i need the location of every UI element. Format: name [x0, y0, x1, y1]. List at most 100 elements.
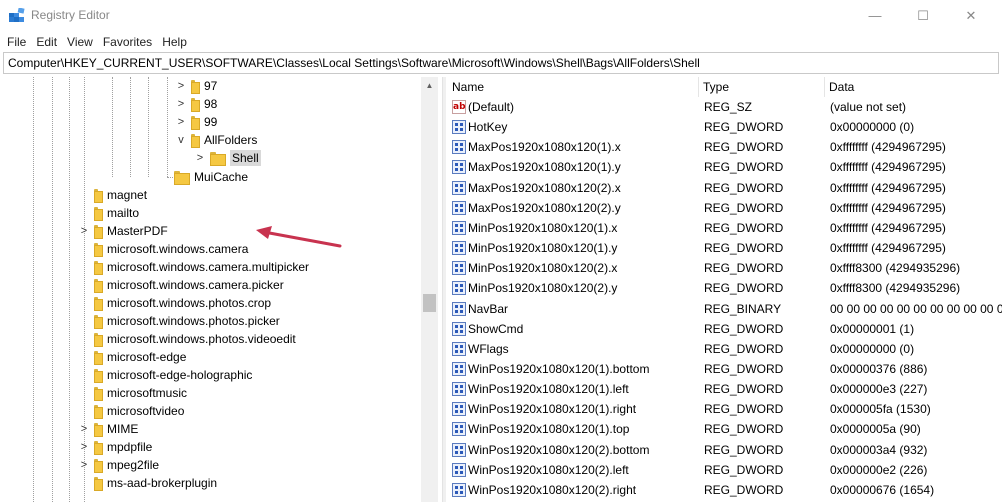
- expand-icon[interactable]: >: [78, 222, 90, 240]
- binary-value-icon: [452, 341, 466, 356]
- value-row[interactable]: NavBar REG_BINARY 00 00 00 00 00 00 00 00 …: [448, 299, 1002, 319]
- tree-item[interactable]: microsoft.windows.camera.picker: [78, 276, 284, 294]
- menu-favorites[interactable]: Favorites: [98, 35, 157, 49]
- value-data: 0x00000000 (0): [830, 341, 915, 356]
- tree-guide-line: [148, 77, 149, 177]
- value-row[interactable]: MaxPos1920x1080x120(2).x REG_DWORD 0xfffff…: [448, 178, 1002, 198]
- expand-icon[interactable]: [78, 294, 90, 312]
- binary-value-icon: [452, 422, 466, 437]
- tree-item[interactable]: > mpeg2file: [78, 456, 159, 474]
- binary-value-icon: [452, 482, 466, 497]
- value-row[interactable]: WinPos1920x1080x120(1).left REG_DWORD 0x00…: [448, 379, 1002, 399]
- expand-icon[interactable]: >: [78, 438, 90, 456]
- expand-icon[interactable]: [78, 276, 90, 294]
- minimize-button[interactable]: —: [852, 0, 898, 31]
- binary-value-icon: [452, 301, 466, 316]
- value-row[interactable]: WinPos1920x1080x120(1).bottom REG_DWORD 0x…: [448, 359, 1002, 379]
- value-data: 0xffffffff (4294967295): [830, 220, 946, 235]
- menu-help[interactable]: Help: [157, 35, 192, 49]
- column-header-type[interactable]: Type: [699, 77, 825, 97]
- tree-item[interactable]: > mpdpfile: [78, 438, 152, 456]
- tree-item[interactable]: microsoft.windows.camera: [78, 240, 248, 258]
- pane-splitter[interactable]: [442, 77, 446, 502]
- value-row[interactable]: WinPos1920x1080x120(2).right REG_DWORD 0x0…: [448, 480, 1002, 500]
- tree-item[interactable]: microsoftmusic: [78, 384, 187, 402]
- expand-icon[interactable]: [78, 384, 90, 402]
- menu-file[interactable]: File: [0, 35, 31, 49]
- tree-item[interactable]: microsoft.windows.photos.crop: [78, 294, 271, 312]
- tree-guide-line: [69, 77, 70, 502]
- value-row[interactable]: WFlags REG_DWORD 0x00000000 (0): [448, 339, 1002, 359]
- expand-icon[interactable]: [78, 366, 90, 384]
- tree-item-muicache[interactable]: MuiCache: [174, 168, 248, 186]
- value-row[interactable]: MaxPos1920x1080x120(2).y REG_DWORD 0xfffff…: [448, 198, 1002, 218]
- value-row[interactable]: MinPos1920x1080x120(2).x REG_DWORD 0xffff8…: [448, 258, 1002, 278]
- menu-edit[interactable]: Edit: [31, 35, 62, 49]
- value-row[interactable]: WinPos1920x1080x120(2).bottom REG_DWORD 0x…: [448, 440, 1002, 460]
- tree-item[interactable]: microsoft.windows.photos.videoedit: [78, 330, 296, 348]
- scroll-up-icon[interactable]: ▲: [421, 77, 438, 94]
- column-header-data[interactable]: Data: [825, 77, 1002, 97]
- value-row[interactable]: MinPos1920x1080x120(1).y REG_DWORD 0xfffff…: [448, 238, 1002, 258]
- tree-item[interactable]: microsoft-edge-holographic: [78, 366, 252, 384]
- maximize-button[interactable]: ☐: [900, 0, 946, 31]
- scroll-thumb[interactable]: [423, 294, 436, 312]
- expand-icon[interactable]: >: [78, 420, 90, 438]
- expand-icon[interactable]: [78, 186, 90, 204]
- value-row[interactable]: ab (Default) REG_SZ (value not set): [448, 97, 1002, 117]
- tree-item-label: mailto: [107, 206, 140, 220]
- tree-item-label: microsoft.windows.photos.picker: [107, 314, 280, 328]
- address-bar[interactable]: Computer\HKEY_CURRENT_USER\SOFTWARE\Clas…: [3, 52, 999, 74]
- tree-item[interactable]: > MasterPDF: [78, 222, 168, 240]
- key-tree[interactable]: > 97 > 98 > 99 v AllFolders > Shell MuiC…: [0, 77, 440, 502]
- tree-item[interactable]: microsoft-edge: [78, 348, 186, 366]
- value-row[interactable]: WinPos1920x1080x120(1).top REG_DWORD 0x000…: [448, 419, 1002, 439]
- tree-item[interactable]: magnet: [78, 186, 147, 204]
- expand-icon[interactable]: [78, 348, 90, 366]
- value-row[interactable]: MinPos1920x1080x120(2).y REG_DWORD 0xffff8…: [448, 278, 1002, 298]
- expand-icon[interactable]: [78, 474, 90, 492]
- expand-icon[interactable]: [78, 330, 90, 348]
- values-list[interactable]: Name Type Data ab (Default) REG_SZ (value n…: [448, 77, 1002, 502]
- tree-item[interactable]: microsoft.windows.photos.picker: [78, 312, 280, 330]
- expand-icon[interactable]: >: [175, 77, 187, 95]
- tree-item-allfolders[interactable]: v AllFolders: [175, 131, 257, 149]
- menu-view[interactable]: View: [62, 35, 98, 49]
- tree-item[interactable]: ms-aad-brokerplugin: [78, 474, 217, 492]
- tree-item[interactable]: microsoft.windows.camera.multipicker: [78, 258, 309, 276]
- column-header-name[interactable]: Name: [448, 77, 699, 97]
- expand-icon[interactable]: [78, 258, 90, 276]
- value-type: REG_DWORD: [704, 462, 784, 477]
- tree-item-97[interactable]: > 97: [175, 77, 217, 95]
- tree-item-shell-selected[interactable]: > Shell: [194, 149, 261, 167]
- expand-icon[interactable]: [78, 204, 90, 222]
- expand-icon[interactable]: [78, 312, 90, 330]
- value-row[interactable]: MinPos1920x1080x120(1).x REG_DWORD 0xfffff…: [448, 218, 1002, 238]
- tree-item-99[interactable]: > 99: [175, 113, 217, 131]
- tree-item-label: microsoft.windows.camera.picker: [107, 278, 284, 292]
- value-row[interactable]: MaxPos1920x1080x120(1).x REG_DWORD 0xfffff…: [448, 137, 1002, 157]
- value-row[interactable]: WinPos1920x1080x120(1).right REG_DWORD 0x0…: [448, 399, 1002, 419]
- folder-icon: [94, 225, 103, 239]
- close-button[interactable]: ✕: [948, 0, 994, 31]
- expand-icon[interactable]: >: [78, 456, 90, 474]
- expand-icon[interactable]: [78, 402, 90, 420]
- folder-icon: [191, 80, 200, 94]
- tree-item[interactable]: microsoftvideo: [78, 402, 184, 420]
- tree-item[interactable]: mailto: [78, 204, 139, 222]
- tree-item[interactable]: > MIME: [78, 420, 138, 438]
- expand-icon[interactable]: >: [175, 95, 187, 113]
- value-row[interactable]: ShowCmd REG_DWORD 0x00000001 (1): [448, 319, 1002, 339]
- collapse-icon[interactable]: v: [175, 131, 187, 149]
- value-row[interactable]: MaxPos1920x1080x120(1).y REG_DWORD 0xfffff…: [448, 157, 1002, 177]
- value-type: REG_DWORD: [704, 140, 784, 155]
- expand-icon[interactable]: [78, 240, 90, 258]
- expand-icon[interactable]: >: [194, 149, 206, 167]
- expand-icon[interactable]: >: [175, 113, 187, 131]
- value-name: MaxPos1920x1080x120(2).y: [468, 200, 621, 215]
- tree-item-98[interactable]: > 98: [175, 95, 217, 113]
- tree-scrollbar[interactable]: ▲: [421, 77, 438, 502]
- tree-item-label: microsoft.windows.camera.multipicker: [107, 260, 310, 274]
- value-row[interactable]: HotKey REG_DWORD 0x00000000 (0): [448, 117, 1002, 137]
- value-row[interactable]: WinPos1920x1080x120(2).left REG_DWORD 0x00…: [448, 460, 1002, 480]
